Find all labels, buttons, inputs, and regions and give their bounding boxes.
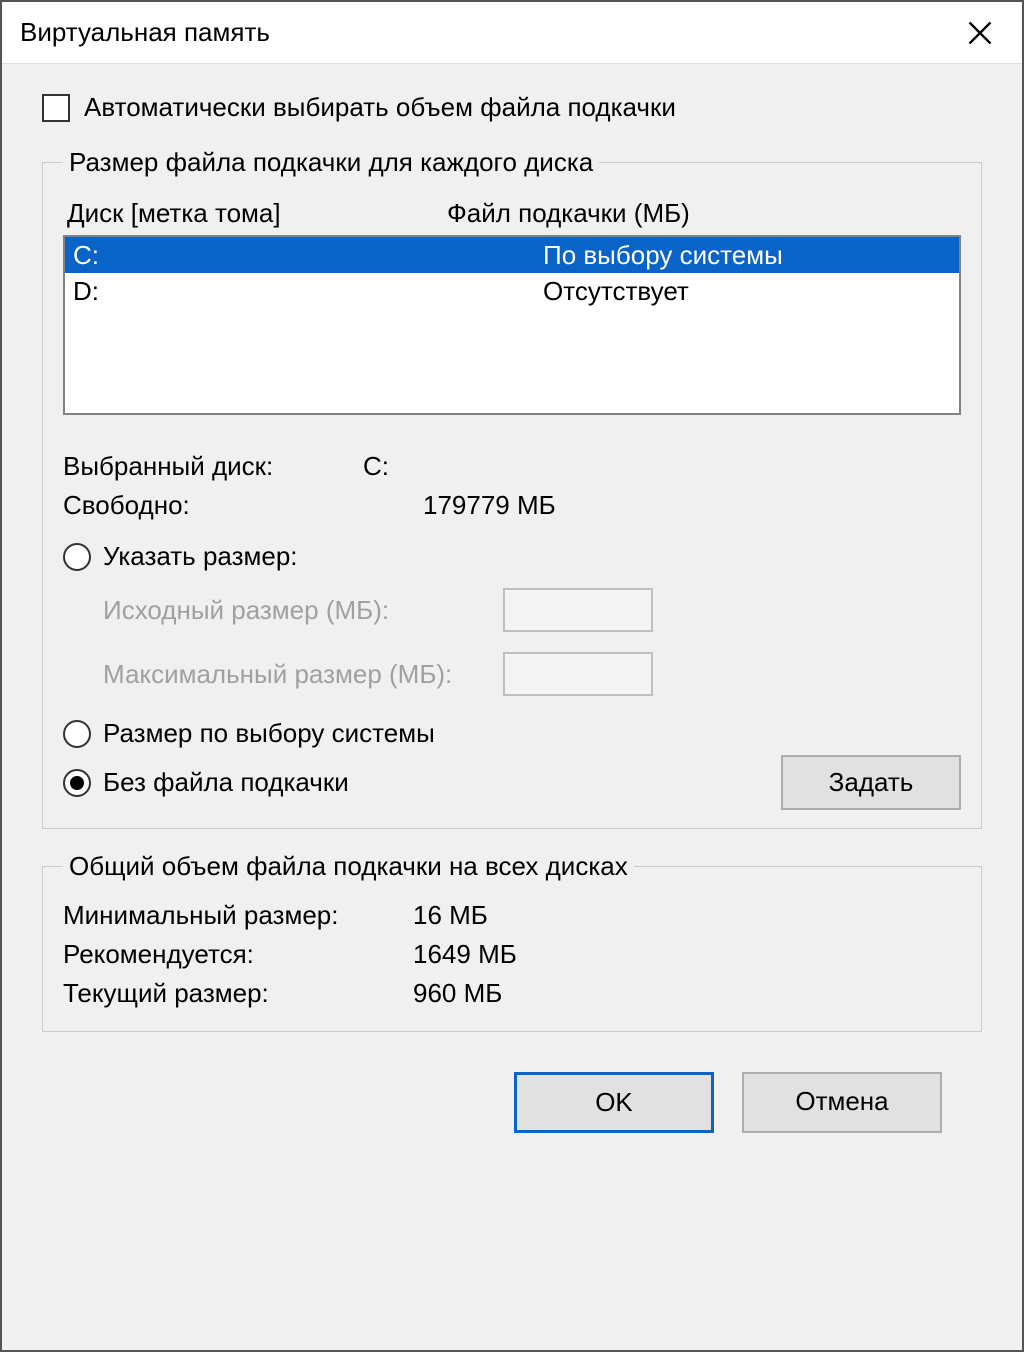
header-drive: Диск [метка тома] — [67, 198, 447, 229]
drive-cell: C: — [73, 238, 483, 272]
min-size-value: 16 МБ — [413, 900, 961, 931]
initial-size-input[interactable] — [503, 588, 653, 632]
custom-size-label: Указать размер: — [103, 541, 298, 572]
selected-drive-row: Выбранный диск: C: — [63, 447, 961, 486]
per-drive-legend: Размер файла подкачки для каждого диска — [63, 147, 599, 178]
initial-size-row: Исходный размер (МБ): — [103, 578, 961, 642]
system-managed-label: Размер по выбору системы — [103, 718, 435, 749]
dialog-body: Автоматически выбирать объем файла подка… — [2, 64, 1022, 1350]
auto-manage-checkbox[interactable] — [42, 94, 70, 122]
recommended-value: 1649 МБ — [413, 939, 961, 970]
set-button[interactable]: Задать — [781, 755, 961, 810]
custom-size-radio-row: Указать размер: — [63, 535, 961, 578]
footer-buttons: OK Отмена — [42, 1054, 982, 1133]
drive-cell: D: — [73, 274, 483, 308]
close-icon[interactable] — [956, 9, 1004, 57]
selected-drive-label: Выбранный диск: — [63, 451, 363, 482]
auto-manage-row: Автоматически выбирать объем файла подка… — [42, 92, 982, 123]
initial-size-label: Исходный размер (МБ): — [103, 595, 503, 626]
recommended-label: Рекомендуется: — [63, 939, 413, 970]
system-managed-radio-row: Размер по выбору системы — [63, 712, 961, 755]
per-drive-group: Размер файла подкачки для каждого диска … — [42, 147, 982, 829]
free-space-row: Свободно: 179779 МБ — [63, 486, 961, 525]
current-size-label: Текущий размер: — [63, 978, 413, 1009]
free-space-label: Свободно: — [63, 490, 363, 521]
recommended-row: Рекомендуется: 1649 МБ — [63, 935, 961, 974]
system-managed-radio[interactable] — [63, 720, 91, 748]
min-size-row: Минимальный размер: 16 МБ — [63, 896, 961, 935]
free-space-value: 179779 МБ — [363, 490, 961, 521]
drive-list[interactable]: C: По выбору системы D: Отсутствует — [63, 235, 961, 415]
selected-drive-value: C: — [363, 451, 961, 482]
max-size-label: Максимальный размер (МБ): — [103, 659, 503, 690]
virtual-memory-dialog: Виртуальная память Автоматически выбират… — [0, 0, 1024, 1352]
totals-legend: Общий объем файла подкачки на всех диска… — [63, 851, 634, 882]
no-pagefile-row: Без файла подкачки Задать — [63, 755, 961, 810]
current-size-row: Текущий размер: 960 МБ — [63, 974, 961, 1013]
cancel-button[interactable]: Отмена — [742, 1072, 942, 1133]
current-size-value: 960 МБ — [413, 978, 961, 1009]
totals-group: Общий объем файла подкачки на всех диска… — [42, 851, 982, 1032]
auto-manage-label: Автоматически выбирать объем файла подка… — [84, 92, 676, 123]
max-size-row: Максимальный размер (МБ): — [103, 642, 961, 706]
drive-row[interactable]: C: По выбору системы — [65, 237, 959, 273]
pagefile-cell: Отсутствует — [483, 274, 951, 308]
ok-button[interactable]: OK — [514, 1072, 714, 1133]
header-pagefile: Файл подкачки (МБ) — [447, 198, 957, 229]
pagefile-cell: По выбору системы — [483, 238, 951, 272]
drive-list-headers: Диск [метка тома] Файл подкачки (МБ) — [63, 192, 961, 233]
custom-size-inputs: Исходный размер (МБ): Максимальный разме… — [63, 578, 961, 706]
titlebar: Виртуальная память — [2, 2, 1022, 64]
custom-size-radio[interactable] — [63, 543, 91, 571]
no-pagefile-radio[interactable] — [63, 769, 91, 797]
window-title: Виртуальная память — [20, 17, 956, 48]
min-size-label: Минимальный размер: — [63, 900, 413, 931]
max-size-input[interactable] — [503, 652, 653, 696]
no-pagefile-label: Без файла подкачки — [103, 767, 349, 798]
drive-row[interactable]: D: Отсутствует — [65, 273, 959, 309]
